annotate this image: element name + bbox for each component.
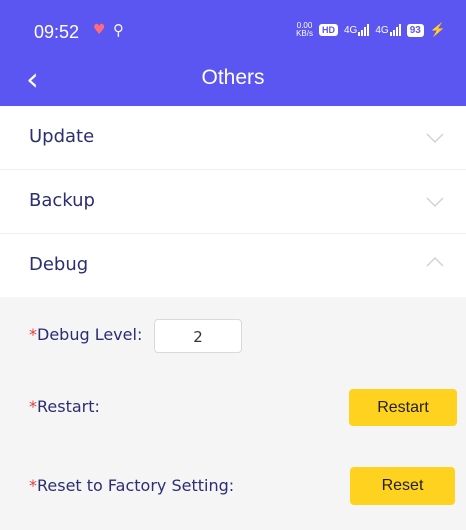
section-label: Backup [29, 190, 95, 211]
restart-text: Restart: [37, 397, 100, 416]
required-marker: * [29, 325, 37, 344]
debug-level-input[interactable]: 2 [154, 319, 242, 353]
signal-label: 4G [344, 25, 358, 36]
signal-bars-icon [358, 24, 370, 36]
signal-icon: 4G [375, 24, 401, 36]
battery-icon: 93 [406, 23, 424, 37]
restart-button[interactable]: Restart [349, 389, 457, 426]
nav-bar: ‹ Others [0, 56, 466, 106]
hd-icon: HD [319, 24, 338, 36]
heart-icon: ♥ [93, 22, 106, 38]
required-marker: * [29, 397, 37, 416]
chevron-up-icon [426, 257, 444, 267]
page-title: Others [201, 66, 265, 89]
charging-icon: ⚡ [429, 22, 446, 37]
net-speed-unit: KB/s [296, 29, 313, 38]
signal-label: 4G [375, 25, 389, 36]
status-time: 09:52 [34, 22, 80, 42]
required-marker: * [29, 476, 37, 495]
usb-icon: ⚲ [113, 21, 124, 39]
section-label: Debug [29, 254, 89, 275]
section-update[interactable]: Update [0, 106, 466, 170]
status-icons: 0.00 KB/s HD 4G 4G 93 ⚡ [296, 18, 446, 42]
net-speed: 0.00 KB/s [296, 22, 313, 38]
section-label: Update [29, 126, 95, 147]
chevron-down-icon [426, 133, 444, 143]
signal-bars-icon [389, 24, 401, 36]
status-bar: 09:52 ♥ ⚲ 0.00 KB/s HD 4G 4G 93 ⚡ [0, 0, 466, 56]
restart-label: *Restart: [29, 397, 100, 416]
debug-level-label: *Debug Level: [29, 325, 142, 344]
reset-label: *Reset to Factory Setting: [29, 476, 234, 495]
reset-button[interactable]: Reset [350, 467, 455, 505]
debug-level-text: Debug Level: [37, 325, 143, 344]
reset-text: Reset to Factory Setting: [37, 476, 235, 495]
section-debug[interactable]: Debug [0, 234, 466, 297]
signal-icon: 4G [344, 24, 370, 36]
chevron-down-icon [426, 197, 444, 207]
debug-panel: *Debug Level: 2 *Restart: Restart *Reset… [0, 297, 466, 530]
section-backup[interactable]: Backup [0, 170, 466, 234]
app-header: 09:52 ♥ ⚲ 0.00 KB/s HD 4G 4G 93 ⚡ ‹ Othe… [0, 0, 466, 106]
